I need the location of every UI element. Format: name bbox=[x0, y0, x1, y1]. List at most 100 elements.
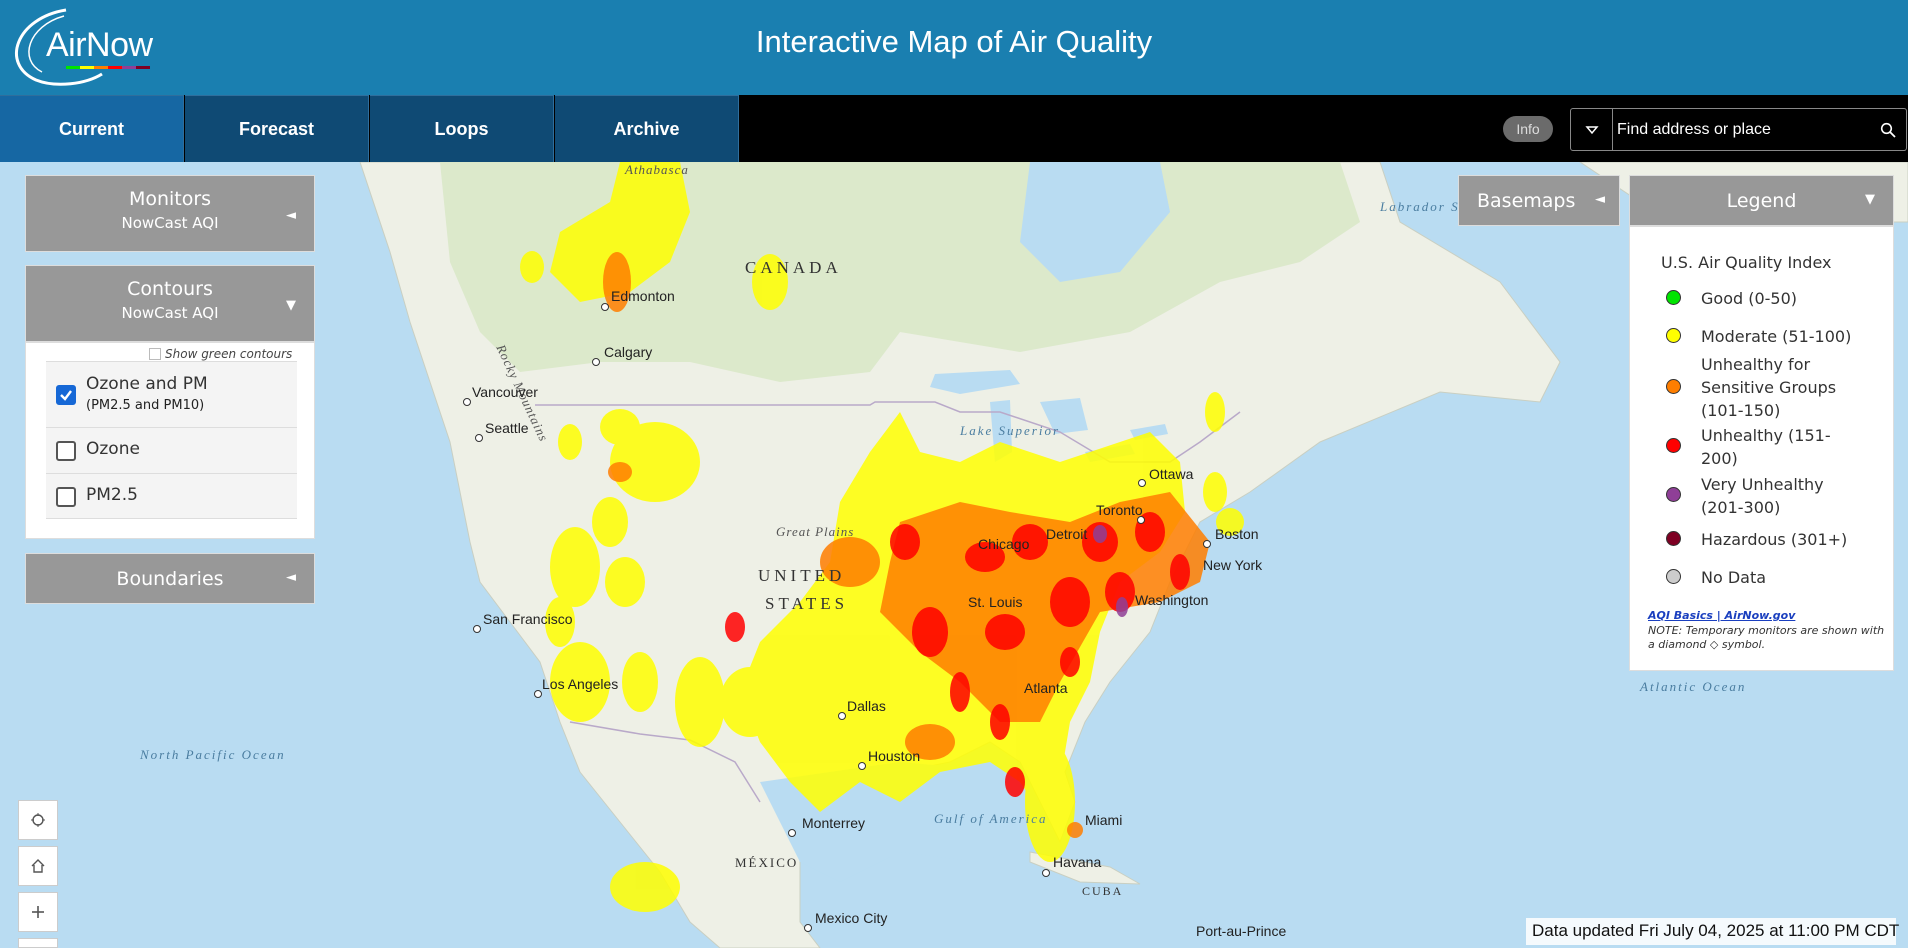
city-marker bbox=[788, 829, 796, 837]
boundaries-panel-header[interactable]: Boundaries ◄ bbox=[25, 553, 315, 604]
search-box bbox=[1570, 108, 1907, 151]
aqi-color-swatch bbox=[1666, 438, 1681, 453]
legend-label: Unhealthy for Sensitive Groups (101-150) bbox=[1701, 355, 1837, 420]
boundaries-title: Boundaries bbox=[116, 568, 224, 590]
label-miami: Miami bbox=[1085, 812, 1123, 828]
search-button[interactable] bbox=[1876, 118, 1900, 142]
label-calgary: Calgary bbox=[604, 344, 653, 360]
aqi-basics-link[interactable]: AQI Basics | AirNow.gov bbox=[1648, 609, 1795, 622]
contours-subtitle: NowCast AQI bbox=[121, 304, 219, 322]
monitors-panel-header[interactable]: Monitors NowCast AQI ◄ bbox=[25, 175, 315, 252]
label-los-angeles: Los Angeles bbox=[542, 676, 619, 692]
legend-panel-header[interactable]: Legend ▼ bbox=[1629, 175, 1894, 226]
home-button[interactable] bbox=[18, 846, 58, 886]
collapse-arrow-icon: ◄ bbox=[286, 570, 296, 585]
contours-panel-body: Show green contours Ozone and PM (PM2.5 … bbox=[25, 342, 315, 539]
option-ozone[interactable]: Ozone bbox=[46, 427, 297, 473]
legend-item-good: Good (0-50) bbox=[1666, 287, 1797, 310]
label-monterrey: Monterrey bbox=[802, 815, 866, 831]
legend-item-usg: Unhealthy for Sensitive Groups (101-150) bbox=[1666, 353, 1861, 422]
locate-button[interactable] bbox=[18, 800, 58, 840]
label-havana: Havana bbox=[1053, 854, 1102, 870]
legend-item-hazardous: Hazardous (301+) bbox=[1666, 528, 1847, 551]
city-marker bbox=[1042, 869, 1050, 877]
contours-title: Contours bbox=[127, 278, 213, 300]
legend-label: Unhealthy (151-200) bbox=[1701, 426, 1831, 468]
label-san-francisco: San Francisco bbox=[483, 611, 573, 627]
city-marker bbox=[1138, 479, 1146, 487]
label-united: UNITED bbox=[758, 566, 846, 585]
basemaps-panel-header[interactable]: Basemaps ◄ bbox=[1458, 175, 1620, 226]
city-marker bbox=[858, 762, 866, 770]
collapse-arrow-icon: ◄ bbox=[286, 208, 296, 223]
search-source-dropdown[interactable] bbox=[1571, 109, 1613, 150]
aqi-color-swatch bbox=[1666, 487, 1681, 502]
search-input[interactable] bbox=[1617, 117, 1857, 142]
legend-item-unhealthy: Unhealthy (151-200) bbox=[1666, 424, 1861, 470]
label-cuba: CUBA bbox=[1082, 884, 1124, 898]
city-marker bbox=[463, 398, 471, 406]
aqi-color-swatch bbox=[1666, 569, 1681, 584]
aqi-color-swatch bbox=[1666, 531, 1681, 546]
chevron-down-icon bbox=[1584, 125, 1599, 134]
legend-label: Good (0-50) bbox=[1701, 289, 1798, 308]
show-green-label: Show green contours bbox=[165, 347, 293, 361]
tab-forecast[interactable]: Forecast bbox=[185, 95, 369, 162]
zoom-in-button[interactable] bbox=[18, 892, 58, 932]
option-pm25[interactable]: PM2.5 bbox=[46, 473, 297, 519]
label-houston: Houston bbox=[868, 748, 921, 764]
label-chicago: Chicago bbox=[978, 536, 1030, 552]
label-edmonton: Edmonton bbox=[611, 288, 675, 304]
label-canada: CANADA bbox=[745, 258, 842, 277]
city-marker bbox=[473, 625, 481, 633]
label-great-plains: Great Plains bbox=[776, 524, 855, 539]
zoom-out-button[interactable] bbox=[18, 938, 58, 948]
expand-arrow-icon: ▼ bbox=[1865, 192, 1875, 207]
label-toronto: Toronto bbox=[1096, 502, 1143, 518]
tab-current[interactable]: Current bbox=[0, 95, 184, 162]
legend-label: No Data bbox=[1701, 568, 1767, 587]
checkmark-icon bbox=[60, 390, 72, 401]
ozone-and-pm-checkbox[interactable] bbox=[56, 385, 76, 405]
label-vancouver: Vancouver bbox=[472, 384, 538, 400]
aqi-color-swatch bbox=[1666, 328, 1681, 343]
label-atlanta: Atlanta bbox=[1024, 680, 1068, 696]
label-washington: Washington bbox=[1135, 592, 1209, 608]
legend-panel-body: U.S. Air Quality Index Good (0-50) Moder… bbox=[1629, 226, 1894, 671]
contours-panel-header[interactable]: Contours NowCast AQI ▼ bbox=[25, 265, 315, 342]
pm25-checkbox[interactable] bbox=[56, 487, 76, 507]
legend-label: Hazardous (301+) bbox=[1701, 530, 1848, 549]
label-labrador-sea: Labrador Sea bbox=[1380, 199, 1476, 214]
data-updated-status: Data updated Fri July 04, 2025 at 11:00 … bbox=[1526, 918, 1899, 945]
aqi-color-swatch bbox=[1666, 379, 1681, 394]
expand-arrow-icon: ▼ bbox=[286, 298, 296, 313]
label-st-louis: St. Louis bbox=[968, 594, 1023, 610]
app-header: AirNow Interactive Map of Air Quality bbox=[0, 0, 1908, 95]
label-lake-superior: Lake Superior bbox=[960, 423, 1061, 438]
option-sublabel: (PM2.5 and PM10) bbox=[86, 398, 205, 413]
tab-archive[interactable]: Archive bbox=[555, 95, 739, 162]
label-boston: Boston bbox=[1215, 526, 1259, 542]
legend-label: Moderate (51-100) bbox=[1701, 327, 1852, 346]
option-ozone-and-pm[interactable]: Ozone and PM (PM2.5 and PM10) bbox=[46, 361, 297, 427]
crosshair-icon bbox=[31, 813, 45, 827]
tab-loops[interactable]: Loops bbox=[370, 95, 554, 162]
show-green-checkbox[interactable] bbox=[149, 348, 161, 360]
label-detroit: Detroit bbox=[1046, 526, 1088, 542]
legend-title: Legend bbox=[1726, 190, 1797, 212]
info-button[interactable]: Info bbox=[1503, 116, 1553, 142]
legend-note: NOTE: Temporary monitors are shown with … bbox=[1648, 624, 1885, 651]
ozone-checkbox[interactable] bbox=[56, 441, 76, 461]
label-north-pacific-ocean: North Pacific Ocean bbox=[140, 747, 286, 762]
city-marker bbox=[601, 303, 609, 311]
legend-item-no-data: No Data bbox=[1666, 566, 1766, 589]
monitors-title: Monitors bbox=[128, 188, 212, 210]
city-marker bbox=[1203, 540, 1211, 548]
search-icon bbox=[1880, 122, 1896, 138]
show-green-contours-toggle[interactable]: Show green contours bbox=[149, 347, 292, 361]
label-ottawa: Ottawa bbox=[1149, 466, 1194, 482]
label-seattle: Seattle bbox=[485, 420, 529, 436]
label-gulf-of-america: Gulf of America bbox=[934, 811, 1048, 826]
plus-icon bbox=[32, 906, 44, 918]
page-title: Interactive Map of Air Quality bbox=[755, 24, 1153, 59]
